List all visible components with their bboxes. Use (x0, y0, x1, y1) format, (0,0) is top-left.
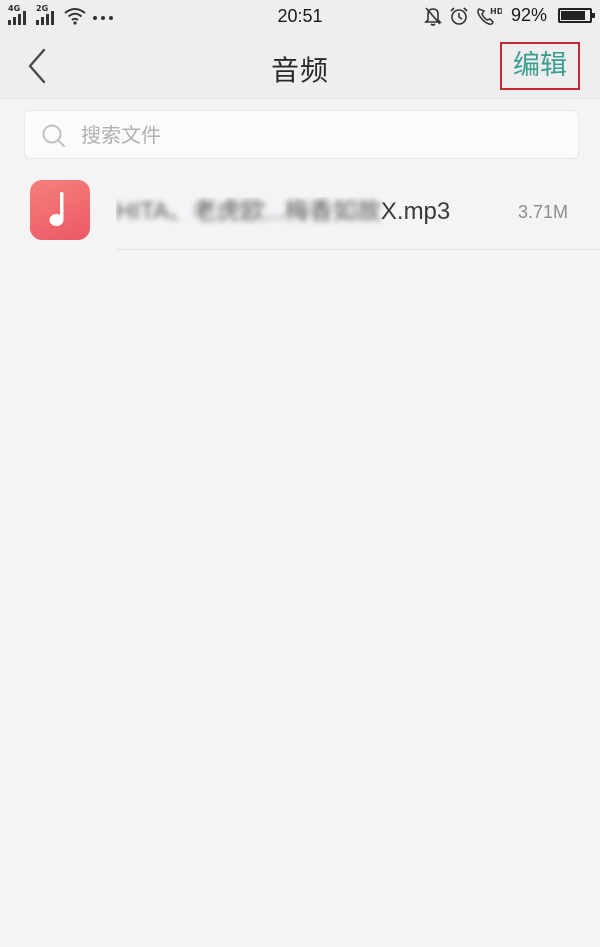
svg-text:HD: HD (490, 7, 502, 16)
file-name-blurred: HITA、老虎欧...梅香如故 (116, 198, 381, 225)
alarm-icon (450, 6, 468, 25)
status-bar: 4G 2G 20:51 HD 92% (0, 0, 600, 32)
list-item[interactable]: HITA、老虎欧...梅香如故X.mp3 3.71M (0, 170, 600, 250)
file-size: 3.71M (517, 202, 568, 222)
divider (116, 249, 600, 250)
search-input[interactable] (81, 120, 561, 150)
battery-percent: 92% (510, 5, 547, 25)
search-box[interactable] (24, 110, 579, 159)
file-name: HITA、老虎欧...梅香如故X.mp3 (116, 197, 491, 227)
edit-button[interactable]: 编辑 (500, 42, 580, 90)
mute-bell-icon (424, 6, 442, 26)
nav-bar: 音频 编辑 (0, 32, 600, 99)
music-note-icon (49, 192, 64, 226)
battery-icon (558, 8, 595, 23)
search-icon (42, 124, 65, 147)
audio-file-icon (30, 180, 90, 240)
battery-fill (561, 11, 585, 20)
hd-call-icon: HD (477, 7, 502, 25)
status-right: HD 92% (424, 5, 595, 26)
file-name-suffix: X.mp3 (380, 198, 451, 225)
